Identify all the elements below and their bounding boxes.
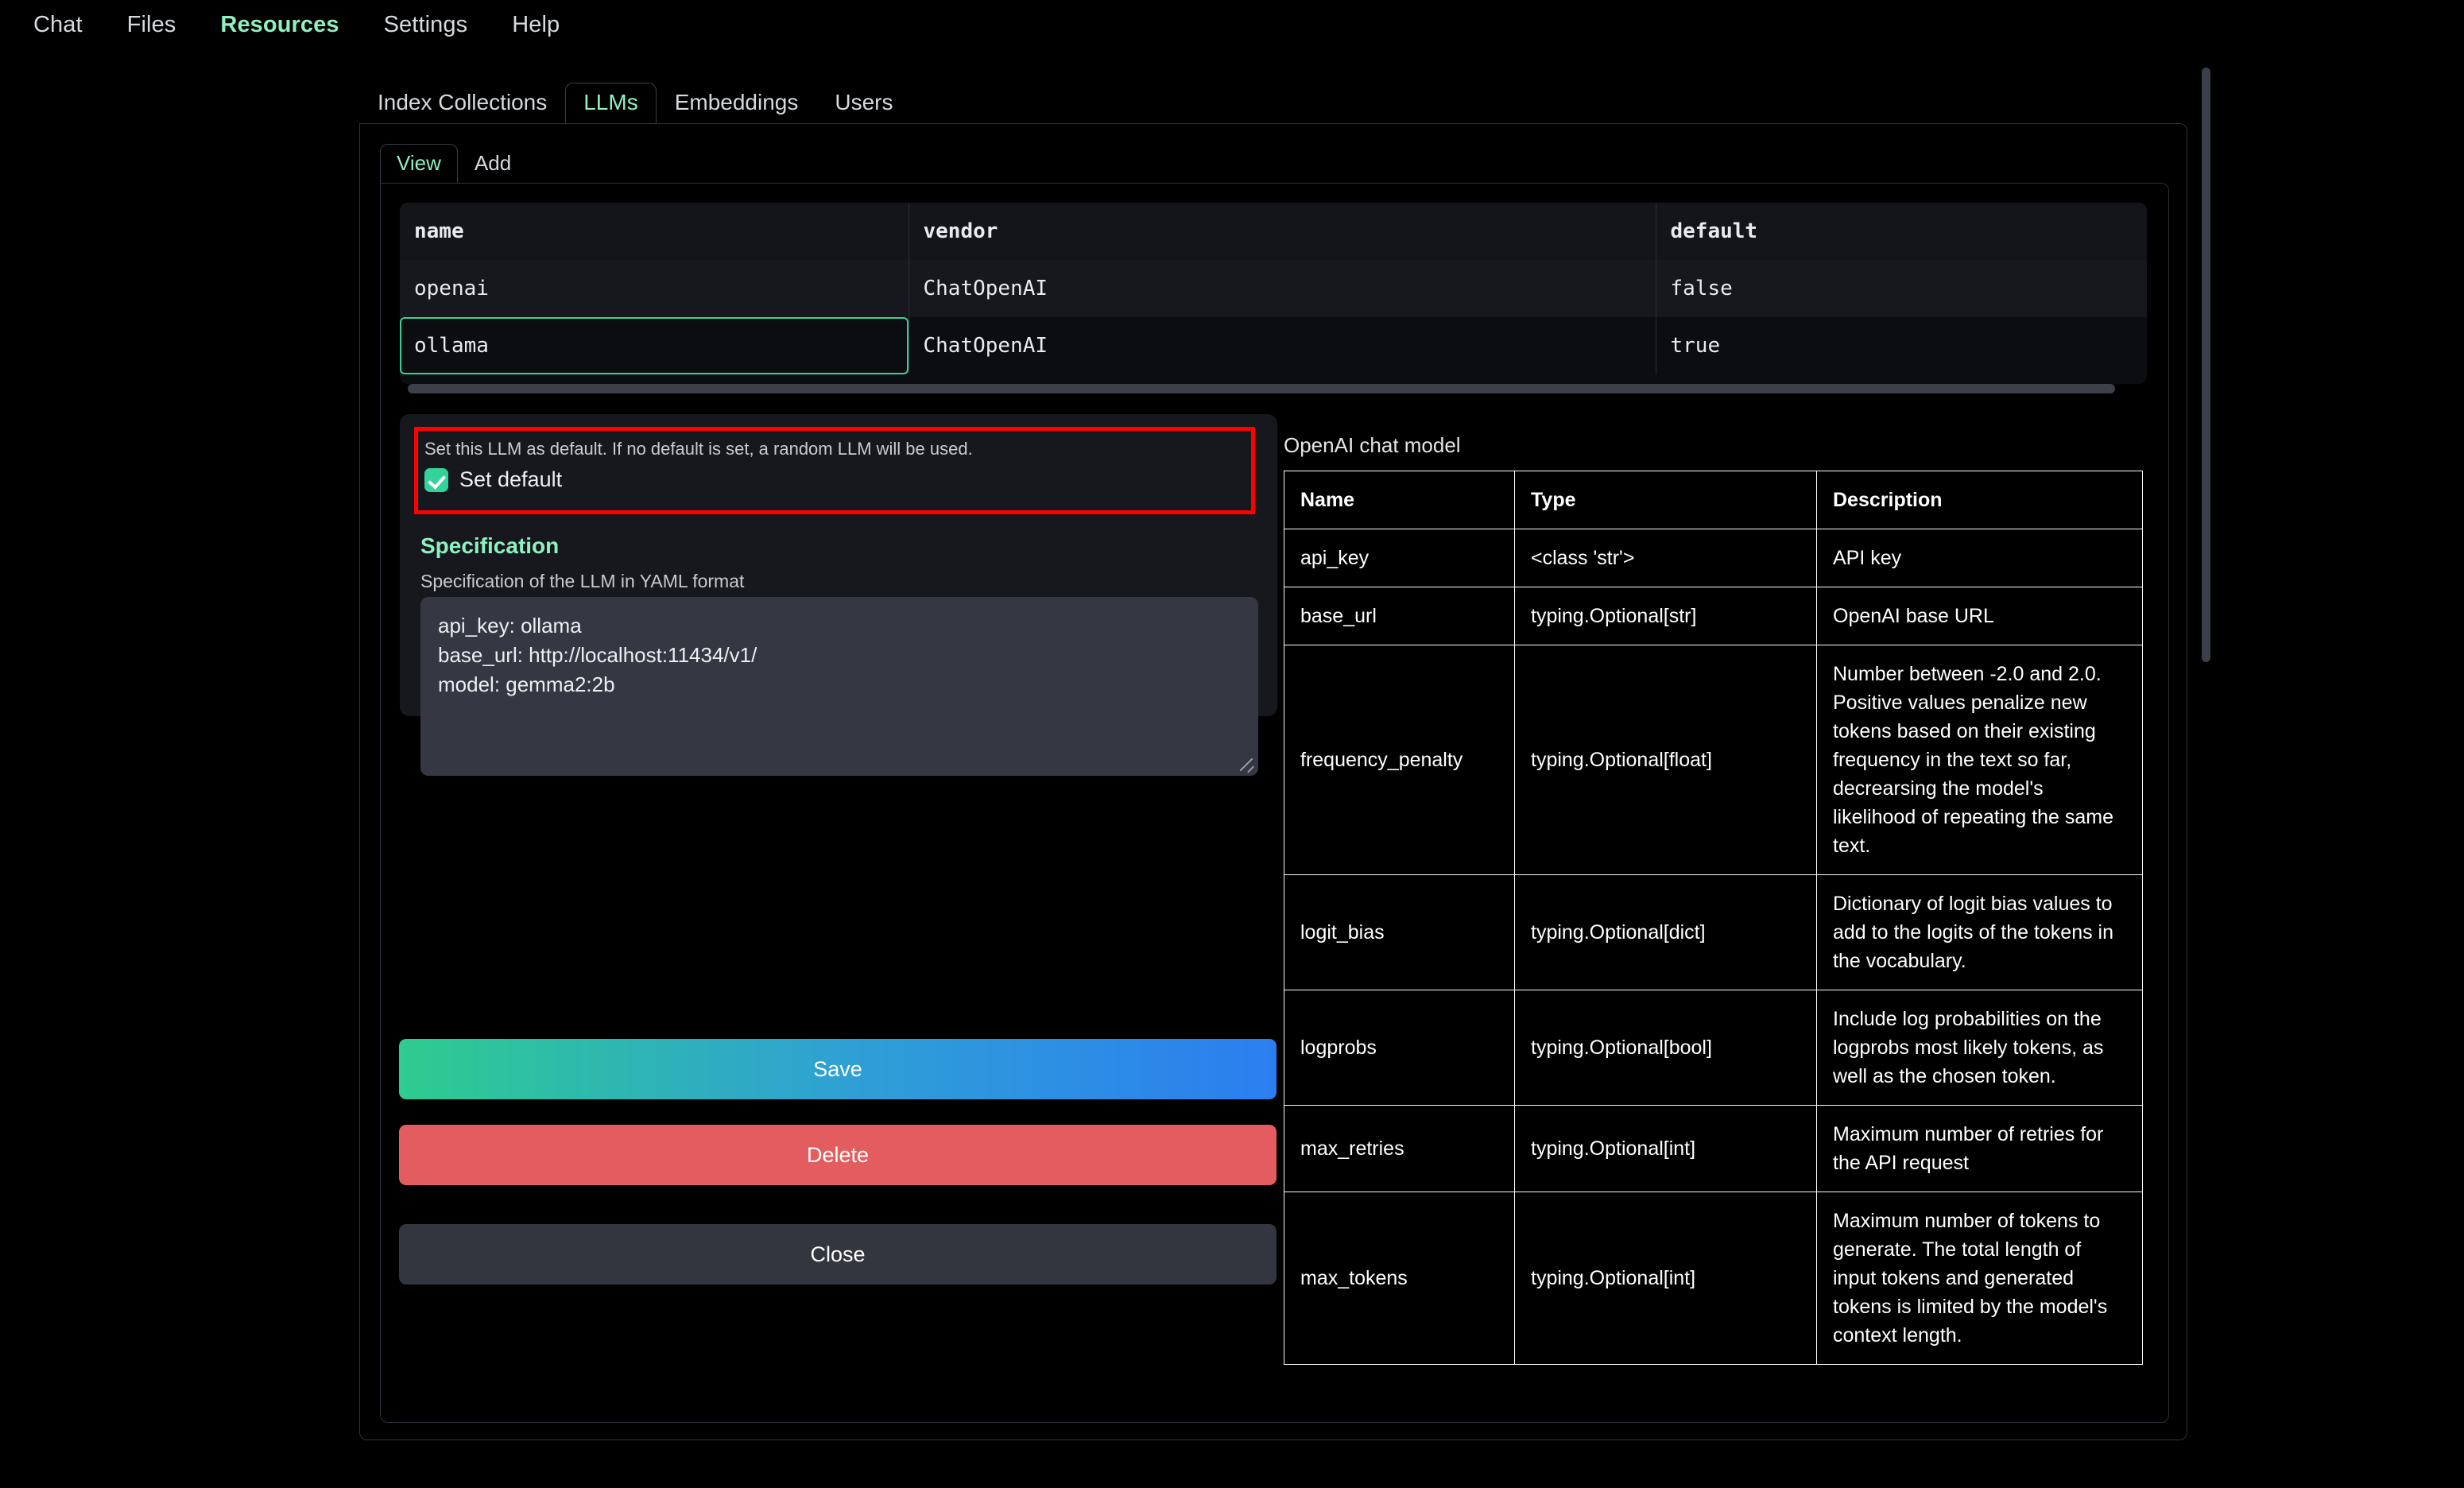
cell-vendor[interactable]: ChatOpenAI bbox=[909, 260, 1656, 317]
doc-row: api_key <class 'str'> API key bbox=[1284, 529, 2143, 587]
nav-item-resources[interactable]: Resources bbox=[198, 7, 361, 43]
cell-vendor[interactable]: ChatOpenAI bbox=[909, 317, 1656, 374]
column-header-default[interactable]: default bbox=[1656, 203, 2147, 260]
tab-add[interactable]: Add bbox=[458, 144, 528, 184]
doc-cell-description: Number between -2.0 and 2.0. Positive va… bbox=[1817, 645, 2143, 875]
doc-cell-description: Maximum number of retries for the API re… bbox=[1817, 1106, 2143, 1192]
doc-cell-type: typing.Optional[float] bbox=[1515, 645, 1817, 875]
secondary-tab-strip: View Add bbox=[380, 142, 2168, 184]
nav-item-chat[interactable]: Chat bbox=[11, 7, 105, 43]
doc-cell-type: typing.Optional[str] bbox=[1515, 587, 1817, 645]
set-default-highlight-box: Set this LLM as default. If no default i… bbox=[414, 427, 1255, 514]
nav-item-files[interactable]: Files bbox=[105, 7, 199, 43]
doc-cell-name: max_retries bbox=[1284, 1106, 1515, 1192]
doc-row: frequency_penalty typing.Optional[float]… bbox=[1284, 645, 2143, 875]
cell-default[interactable]: true bbox=[1656, 317, 2147, 374]
set-default-checkbox[interactable] bbox=[424, 468, 448, 492]
tab-embeddings[interactable]: Embeddings bbox=[657, 83, 817, 124]
tab-llms[interactable]: LLMs bbox=[565, 83, 656, 124]
table-header-row: name vendor default bbox=[400, 203, 2147, 260]
tab-users[interactable]: Users bbox=[816, 83, 911, 124]
doc-cell-description: Dictionary of logit bias values to add t… bbox=[1817, 875, 2143, 990]
app-root: Chat Files Resources Settings Help Index… bbox=[0, 0, 2464, 1488]
table-horizontal-scrollbar[interactable] bbox=[408, 384, 2115, 393]
primary-tab-strip: Index Collections LLMs Embeddings Users bbox=[359, 79, 2187, 124]
doc-column-name: Name bbox=[1284, 471, 1515, 529]
doc-column-description: Description bbox=[1817, 471, 2143, 529]
column-header-vendor[interactable]: vendor bbox=[909, 203, 1656, 260]
table-row[interactable]: ollama ChatOpenAI true bbox=[400, 317, 2147, 374]
set-default-checkbox-row[interactable]: Set default bbox=[418, 459, 1251, 492]
nav-item-settings[interactable]: Settings bbox=[362, 7, 490, 43]
cell-name-selected[interactable]: ollama bbox=[400, 317, 909, 374]
doc-column-type: Type bbox=[1515, 471, 1817, 529]
llm-detail-card: Set this LLM as default. If no default i… bbox=[400, 414, 1277, 716]
column-header-name[interactable]: name bbox=[400, 203, 909, 260]
doc-cell-type: typing.Optional[int] bbox=[1515, 1106, 1817, 1192]
doc-cell-name: api_key bbox=[1284, 529, 1515, 587]
doc-cell-name: base_url bbox=[1284, 587, 1515, 645]
doc-row: logit_bias typing.Optional[dict] Diction… bbox=[1284, 875, 2143, 990]
doc-header-row: Name Type Description bbox=[1284, 471, 2143, 529]
doc-cell-description: OpenAI base URL bbox=[1817, 587, 2143, 645]
nav-item-help[interactable]: Help bbox=[490, 7, 582, 43]
top-navigation: Chat Files Resources Settings Help bbox=[0, 0, 2464, 49]
doc-cell-description: API key bbox=[1817, 529, 2143, 587]
set-default-label: Set default bbox=[459, 467, 562, 492]
save-button[interactable]: Save bbox=[399, 1039, 1277, 1099]
page-vertical-scrollbar[interactable] bbox=[2202, 68, 2210, 662]
delete-button[interactable]: Delete bbox=[399, 1125, 1277, 1185]
doc-row: max_tokens typing.Optional[int] Maximum … bbox=[1284, 1192, 2143, 1365]
doc-row: logprobs typing.Optional[bool] Include l… bbox=[1284, 990, 2143, 1106]
cell-name[interactable]: openai bbox=[400, 260, 909, 317]
doc-cell-description: Maximum number of tokens to generate. Th… bbox=[1817, 1192, 2143, 1365]
table-row[interactable]: openai ChatOpenAI false bbox=[400, 260, 2147, 317]
tab-view[interactable]: View bbox=[380, 144, 458, 184]
doc-row: base_url typing.Optional[str] OpenAI bas… bbox=[1284, 587, 2143, 645]
doc-row: max_retries typing.Optional[int] Maximum… bbox=[1284, 1106, 2143, 1192]
doc-panel-caption: OpenAI chat model bbox=[1284, 433, 1461, 458]
doc-cell-type: typing.Optional[int] bbox=[1515, 1192, 1817, 1365]
doc-cell-type: <class 'str'> bbox=[1515, 529, 1817, 587]
specification-subtitle: Specification of the LLM in YAML format bbox=[420, 571, 744, 592]
doc-cell-type: typing.Optional[dict] bbox=[1515, 875, 1817, 990]
llm-table: name vendor default openai ChatOpenAI fa… bbox=[400, 203, 2147, 374]
doc-parameter-table: Name Type Description api_key <class 'st… bbox=[1284, 471, 2143, 1365]
doc-cell-type: typing.Optional[bool] bbox=[1515, 990, 1817, 1106]
doc-cell-description: Include log probabilities on the logprob… bbox=[1817, 990, 2143, 1106]
cell-default[interactable]: false bbox=[1656, 260, 2147, 317]
doc-cell-name: frequency_penalty bbox=[1284, 645, 1515, 875]
set-default-hint: Set this LLM as default. If no default i… bbox=[418, 431, 1251, 459]
llm-table-wrapper: name vendor default openai ChatOpenAI fa… bbox=[400, 203, 2147, 384]
doc-cell-name: logit_bias bbox=[1284, 875, 1515, 990]
specification-textarea[interactable]: api_key: ollama base_url: http://localho… bbox=[420, 597, 1258, 776]
close-button[interactable]: Close bbox=[399, 1224, 1277, 1285]
doc-cell-name: max_tokens bbox=[1284, 1192, 1515, 1365]
doc-cell-name: logprobs bbox=[1284, 990, 1515, 1106]
tab-index-collections[interactable]: Index Collections bbox=[359, 83, 565, 124]
specification-title: Specification bbox=[420, 533, 559, 559]
